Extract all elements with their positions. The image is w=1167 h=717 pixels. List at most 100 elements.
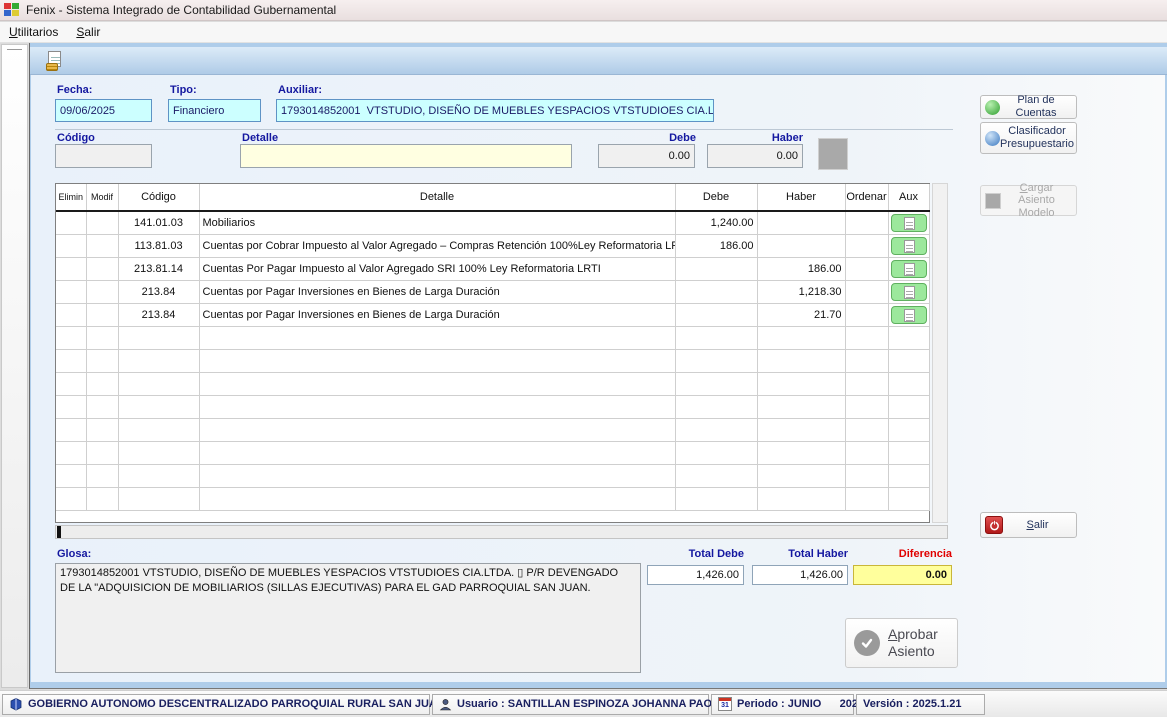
panel-grip[interactable] xyxy=(7,49,22,52)
codigo-label: Código xyxy=(57,132,95,144)
tipo-label: Tipo: xyxy=(170,84,197,96)
table-row[interactable]: 213.84Cuentas por Pagar Inversiones en B… xyxy=(56,303,929,326)
table-row-empty xyxy=(56,418,929,441)
cell-debe xyxy=(675,349,757,372)
cell-haber xyxy=(757,487,845,510)
cell-debe: 1,240.00 xyxy=(675,211,757,234)
table-row[interactable]: 213.81.14Cuentas Por Pagar Impuesto al V… xyxy=(56,257,929,280)
auxiliar-label: Auxiliar: xyxy=(278,84,322,96)
cargar-asiento-modelo-button: Cargar Asiento Modelo xyxy=(980,185,1077,216)
table-row-empty xyxy=(56,349,929,372)
green-sphere-icon xyxy=(985,100,1000,115)
table-row[interactable]: 213.84Cuentas por Pagar Inversiones en B… xyxy=(56,280,929,303)
cell-debe xyxy=(675,487,757,510)
auxiliar-field[interactable]: 1793014852001 VTSTUDIO, DISEÑO DE MUEBLE… xyxy=(276,99,714,122)
cell-detalle xyxy=(199,395,675,418)
cell-detalle xyxy=(199,326,675,349)
cell-haber xyxy=(757,211,845,234)
salir-button[interactable]: Salir xyxy=(980,512,1077,538)
cell-detalle xyxy=(199,464,675,487)
detalle-input[interactable] xyxy=(240,144,572,168)
cell-debe xyxy=(675,372,757,395)
form-toolbar xyxy=(30,47,1167,75)
cell-codigo xyxy=(118,487,199,510)
collapsed-side-panel[interactable] xyxy=(1,44,28,688)
table-row-empty xyxy=(56,326,929,349)
clasificador-label: Clasificador Presupuestario xyxy=(1000,125,1074,150)
cell-codigo xyxy=(118,349,199,372)
cell-haber xyxy=(757,418,845,441)
codigo-input[interactable] xyxy=(55,144,152,168)
document-icon xyxy=(904,217,915,230)
haber-label: Haber xyxy=(701,132,803,144)
cell-debe: 186.00 xyxy=(675,234,757,257)
menu-utilitarios[interactable]: Utilitarios xyxy=(0,23,67,41)
total-haber-label: Total Haber xyxy=(752,548,848,560)
menu-salir[interactable]: Salir xyxy=(67,23,109,41)
total-debe-label: Total Debe xyxy=(647,548,744,560)
cell-debe xyxy=(675,280,757,303)
cell-debe xyxy=(675,257,757,280)
aux-button[interactable] xyxy=(891,260,927,278)
document-icon xyxy=(904,240,915,253)
clasificador-presupuestario-button[interactable]: Clasificador Presupuestario xyxy=(980,122,1077,154)
cell-detalle xyxy=(199,441,675,464)
cell-codigo: 113.81.03 xyxy=(118,234,199,257)
aux-button[interactable] xyxy=(891,306,927,324)
table-vertical-scrollbar[interactable] xyxy=(932,183,948,523)
cell-haber: 21.70 xyxy=(757,303,845,326)
table-row[interactable]: 113.81.03Cuentas por Cobrar Impuesto al … xyxy=(56,234,929,257)
fecha-label: Fecha: xyxy=(57,84,92,96)
column-header-detalle: Detalle xyxy=(199,184,675,211)
haber-input[interactable]: 0.00 xyxy=(707,144,803,168)
tipo-field[interactable]: Financiero xyxy=(168,99,261,122)
window-title: Fenix - Sistema Integrado de Contabilida… xyxy=(26,3,336,17)
status-bar: GOBIERNO AUTONOMO DESCENTRALIZADO PARROQ… xyxy=(0,690,1167,717)
cell-haber xyxy=(757,349,845,372)
debe-input[interactable]: 0.00 xyxy=(598,144,695,168)
aprobar-asiento-label: Aprobar Asiento xyxy=(888,626,938,660)
glosa-textarea[interactable]: 1793014852001 VTSTUDIO, DISEÑO DE MUEBLE… xyxy=(55,563,641,673)
plan-de-cuentas-button[interactable]: Plan de Cuentas xyxy=(980,95,1077,119)
table-row[interactable]: 141.01.03Mobiliarios1,240.00 xyxy=(56,211,929,234)
cell-haber xyxy=(757,372,845,395)
fecha-field[interactable]: 09/06/2025 xyxy=(55,99,152,122)
cell-detalle: Mobiliarios xyxy=(199,211,675,234)
journal-entry-icon[interactable] xyxy=(46,51,66,71)
cell-detalle xyxy=(199,372,675,395)
cell-detalle: Cuentas Por Pagar Impuesto al Valor Agre… xyxy=(199,257,675,280)
cell-codigo xyxy=(118,464,199,487)
status-entity: GOBIERNO AUTONOMO DESCENTRALIZADO PARROQ… xyxy=(2,694,430,715)
column-header-haber: Haber xyxy=(757,184,845,211)
scrollbar-thumb[interactable] xyxy=(57,526,61,538)
cell-codigo: 213.84 xyxy=(118,280,199,303)
cell-detalle xyxy=(199,418,675,441)
aprobar-asiento-button[interactable]: Aprobar Asiento xyxy=(845,618,958,668)
status-periodo: 31 Periodo : JUNIO 2025 xyxy=(711,694,854,715)
cell-haber xyxy=(757,441,845,464)
cell-codigo: 213.81.14 xyxy=(118,257,199,280)
aux-button[interactable] xyxy=(891,283,927,301)
table-row-empty xyxy=(56,395,929,418)
column-header-ordenar: Ordenar xyxy=(845,184,888,211)
cell-codigo: 213.84 xyxy=(118,303,199,326)
add-entry-button[interactable] xyxy=(818,138,848,170)
table-horizontal-scrollbar[interactable] xyxy=(55,525,948,539)
plan-de-cuentas-label: Plan de Cuentas xyxy=(1000,94,1072,119)
status-usuario: Usuario : SANTILLAN ESPINOZA JOHANNA PAO… xyxy=(432,694,709,715)
diferencia-label: Diferencia xyxy=(853,548,952,560)
entries-table-header: EliminModifCódigoDetalleDebeHaberOrdenar… xyxy=(56,184,929,211)
cell-haber: 1,218.30 xyxy=(757,280,845,303)
column-header-elimin: Elimin xyxy=(56,184,86,211)
cell-debe xyxy=(675,303,757,326)
salir-label: Salir xyxy=(1003,519,1072,532)
cell-codigo xyxy=(118,326,199,349)
calendar-icon: 31 xyxy=(718,697,732,711)
user-icon xyxy=(439,698,452,711)
aux-button[interactable] xyxy=(891,237,927,255)
aux-button[interactable] xyxy=(891,214,927,232)
cell-codigo: 141.01.03 xyxy=(118,211,199,234)
table-row-empty xyxy=(56,487,929,510)
cell-debe xyxy=(675,395,757,418)
cell-codigo xyxy=(118,441,199,464)
